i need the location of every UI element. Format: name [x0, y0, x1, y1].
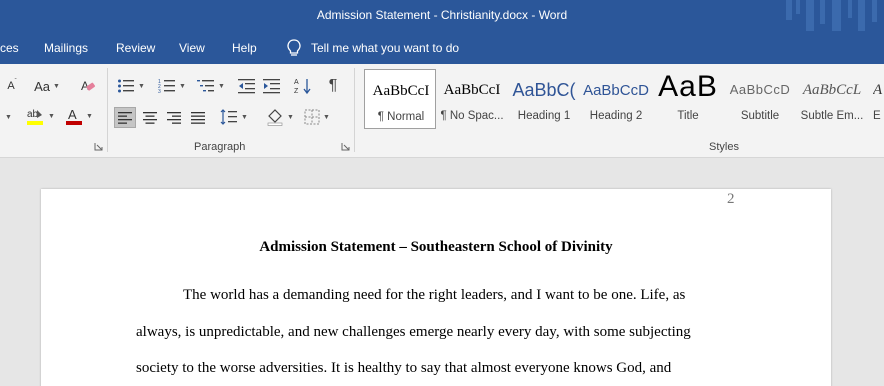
tell-me-label: Tell me what you want to do: [311, 41, 460, 55]
svg-text:3: 3: [158, 89, 161, 94]
style-name: Heading 2: [589, 110, 643, 122]
paragraph-dialog-launcher-icon[interactable]: [341, 142, 350, 151]
page-number: 2: [727, 191, 735, 207]
style-sample: AaBbCcI: [443, 82, 501, 98]
style-no-spacing[interactable]: AaBbCcI ¶ No Spac...: [436, 69, 508, 129]
highlighter-icon: ab: [27, 109, 44, 125]
increase-indent-icon: [263, 79, 280, 94]
style-heading-1[interactable]: AaBbC( Heading 1: [508, 69, 580, 129]
align-left-icon: [118, 111, 132, 124]
paragraph-line[interactable]: society to the worse adversities. It is …: [136, 360, 671, 377]
paragraph-line[interactable]: always, is unpredictable, and new challe…: [136, 324, 691, 341]
bullet-list-icon: [118, 79, 135, 93]
style-sample: AaBbCcI: [372, 83, 430, 99]
style-name: E: [873, 110, 881, 122]
highlight-button[interactable]: ab ▼: [22, 105, 58, 127]
justify-icon: [191, 112, 205, 124]
change-case-label: Aa: [34, 78, 50, 94]
document-area: 2 Admission Statement – Southeastern Sch…: [0, 158, 884, 386]
show-formatting-button[interactable]: ¶: [322, 75, 344, 97]
style-subtitle[interactable]: AaBbCcD Subtitle: [724, 69, 796, 129]
title-bar-decoration: [786, 0, 877, 31]
paint-bucket-icon: [267, 109, 283, 126]
align-right-icon: [167, 112, 181, 124]
style-sample: AaBbCcD: [583, 82, 649, 99]
numbering-button[interactable]: 1 2 3 ▼: [155, 75, 189, 97]
tab-mailings[interactable]: Mailings: [44, 41, 88, 55]
align-right-button[interactable]: [163, 107, 185, 129]
sort-button[interactable]: AZ: [292, 75, 314, 97]
clear-formatting-button[interactable]: A: [77, 75, 99, 97]
pilcrow-icon: ¶: [328, 77, 338, 94]
borders-icon: [304, 109, 320, 125]
tell-me-search[interactable]: Tell me what you want to do: [283, 37, 459, 59]
style-sample: AaB: [658, 70, 718, 103]
document-page[interactable]: 2 Admission Statement – Southeastern Sch…: [41, 189, 831, 386]
style-name: ¶ Normal: [377, 111, 425, 123]
tab-review[interactable]: Review: [116, 41, 155, 55]
bullets-button[interactable]: ▼: [114, 75, 148, 97]
increase-indent-button[interactable]: [261, 75, 283, 97]
line-spacing-button[interactable]: ▼: [217, 106, 251, 128]
multilevel-list-button[interactable]: ▼: [194, 75, 228, 97]
style-name: Title: [677, 110, 699, 122]
window-title: Admission Statement - Christianity.docx …: [316, 8, 568, 22]
style-name: Subtle Em...: [800, 110, 864, 122]
ribbon-tabs: ces Mailings Review View Help Tell me wh…: [0, 31, 884, 64]
ribbon-separator: [354, 68, 355, 152]
clear-formatting-icon: A: [81, 79, 96, 93]
style-name: ¶ No Spac...: [440, 110, 504, 122]
svg-text:A: A: [68, 107, 77, 122]
borders-button[interactable]: ▼: [300, 106, 334, 128]
style-subtle-emphasis[interactable]: AaBbCcL Subtle Em...: [796, 69, 868, 129]
style-sample: AaBbCcL: [802, 82, 862, 98]
tab-view[interactable]: View: [179, 41, 205, 55]
style-normal[interactable]: AaBbCcI ¶ Normal: [364, 69, 436, 129]
style-title[interactable]: AaB Title: [652, 69, 724, 129]
paragraph-group-label: Paragraph: [194, 141, 246, 153]
tab-references[interactable]: ces: [0, 41, 19, 55]
change-case-button[interactable]: Aa ▼: [30, 75, 64, 97]
svg-text:A: A: [294, 79, 299, 86]
sort-icon: AZ: [294, 79, 311, 95]
decrease-indent-button[interactable]: [236, 75, 258, 97]
font-dialog-launcher-icon[interactable]: [94, 142, 103, 151]
align-center-button[interactable]: [139, 107, 161, 129]
lightbulb-icon: [287, 39, 301, 56]
style-name: Heading 1: [517, 110, 571, 122]
shading-button[interactable]: ▼: [263, 106, 297, 128]
numbered-list-icon: 1 2 3: [158, 79, 176, 94]
multilevel-list-icon: [197, 80, 215, 92]
style-heading-2[interactable]: AaBbCcD Heading 2: [580, 69, 652, 129]
styles-group-label: Styles: [709, 141, 739, 153]
svg-text:ab: ab: [27, 109, 39, 120]
justify-button[interactable]: [187, 107, 209, 129]
ribbon: Aˇ Aa ▼ A ▼ ab ▼ A ▼ ▼ 1 2 3 ▼ ▼ A Z ¶ ▼…: [0, 64, 884, 158]
text-effects-caret[interactable]: ▼: [0, 106, 14, 128]
svg-text:Z: Z: [294, 88, 299, 95]
style-sample: AaBbCcD: [729, 82, 791, 97]
style-name: Subtitle: [740, 110, 780, 122]
shrink-font-button[interactable]: Aˇ: [2, 75, 22, 97]
align-left-button[interactable]: [114, 107, 136, 128]
paragraph-line[interactable]: The world has a demanding need for the r…: [183, 287, 685, 304]
align-center-icon: [143, 112, 157, 124]
line-spacing-icon: [220, 109, 238, 125]
font-color-icon: A: [66, 107, 83, 125]
font-color-button[interactable]: A ▼: [62, 105, 96, 127]
title-bar: Admission Statement - Christianity.docx …: [0, 0, 884, 31]
decrease-indent-icon: [238, 79, 255, 94]
ribbon-separator: [107, 68, 108, 152]
style-emphasis-partial[interactable]: A E: [870, 69, 884, 129]
tab-help[interactable]: Help: [232, 41, 257, 55]
shrink-font-label: A: [7, 80, 15, 92]
document-title[interactable]: Admission Statement – Southeastern Schoo…: [136, 239, 736, 256]
style-sample: A: [873, 82, 883, 98]
style-sample: AaBbC(: [512, 80, 576, 100]
